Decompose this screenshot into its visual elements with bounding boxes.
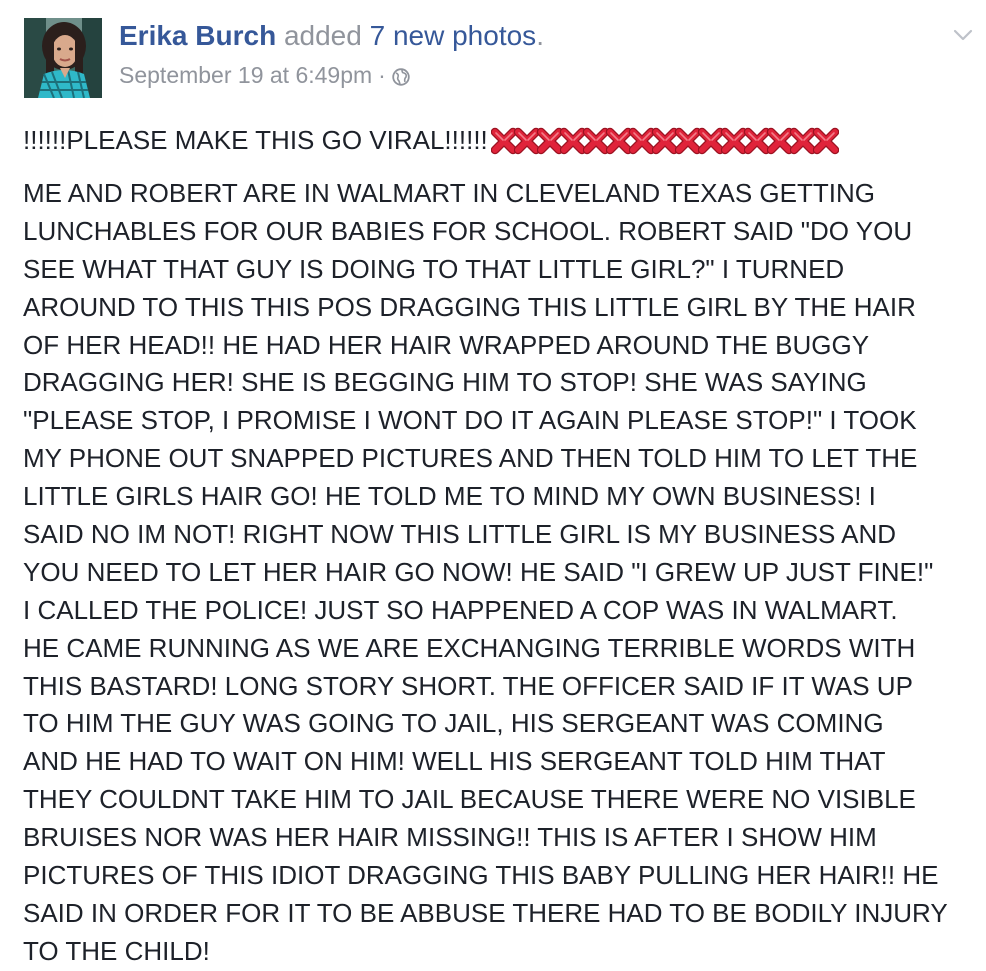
x-mark-row [490, 126, 840, 156]
timestamp-link[interactable]: September 19 at 6:49pm [119, 64, 372, 87]
chevron-down-icon[interactable] [952, 24, 974, 46]
body-line: OF HER HEAD!! HE HAD HER HAIR WRAPPED AR… [23, 329, 870, 360]
body-line: PICTURES OF THIS IDIOT DRAGGING THIS BAB… [23, 860, 939, 891]
body-line: LUNCHABLES FOR OUR BABIES FOR SCHOOL. RO… [23, 215, 913, 246]
headline-text: !!!!!!PLEASE MAKE THIS GO VIRAL!!!!!! [23, 125, 488, 156]
post-body-lines: ME AND ROBERT ARE IN WALMART IN CLEVELAN… [23, 175, 978, 971]
photos-link[interactable]: 7 new photos [370, 20, 537, 51]
author-line: Erika Burch added 7 new photos. [119, 22, 544, 58]
body-line: HE CAME RUNNING AS WE ARE EXCHANGING TER… [23, 632, 916, 663]
post-body: !!!!!!PLEASE MAKE THIS GO VIRAL!!!!!! ME… [23, 121, 978, 971]
action-text: added [283, 20, 362, 51]
body-line: I CALLED THE POLICE! JUST SO HAPPENED A … [23, 594, 898, 625]
body-line: AROUND TO THIS THIS POS DRAGGING THIS LI… [23, 291, 916, 322]
body-line: AND HE HAD TO WAIT ON HIM! WELL HIS SERG… [23, 746, 886, 777]
body-line: THIS BASTARD! LONG STORY SHORT. THE OFFI… [23, 670, 913, 701]
body-line: BRUISES NOR WAS HER HAIR MISSING!! THIS … [23, 822, 877, 853]
body-line: SEE WHAT THAT GUY IS DOING TO THAT LITTL… [23, 253, 845, 284]
facebook-post: Erika Burch added 7 new photos. Septembe… [0, 0, 986, 968]
author-avatar[interactable] [24, 18, 102, 98]
body-line: DRAGGING HER! SHE IS BEGGING HIM TO STOP… [23, 367, 867, 398]
body-line: TO HIM THE GUY WAS GOING TO JAIL, HIS SE… [23, 708, 884, 739]
body-line: "PLEASE STOP, I PROMISE I WONT DO IT AGA… [23, 405, 917, 436]
post-meta: September 19 at 6:49pm · [119, 64, 544, 87]
cross-mark-icon [812, 126, 840, 156]
body-line: SAID IN ORDER FOR IT TO BE ABBUSE THERE … [23, 897, 948, 928]
period: . [536, 20, 544, 51]
body-line: LITTLE GIRLS HAIR GO! HE TOLD ME TO MIND… [23, 481, 876, 512]
body-line: SAID NO IM NOT! RIGHT NOW THIS LITTLE GI… [23, 519, 897, 550]
body-line: MY PHONE OUT SNAPPED PICTURES AND THEN T… [23, 443, 918, 474]
body-line: YOU NEED TO LET HER HAIR GO NOW! HE SAID… [23, 556, 934, 587]
post-header: Erika Burch added 7 new photos. Septembe… [119, 22, 544, 87]
author-name-link[interactable]: Erika Burch [119, 20, 276, 51]
body-line: ME AND ROBERT ARE IN WALMART IN CLEVELAN… [23, 178, 875, 208]
body-line: THEY COULDNT TAKE HIM TO JAIL BECAUSE TH… [23, 784, 916, 815]
body-line: TO THE CHILD! [23, 935, 210, 966]
meta-separator: · [378, 62, 386, 88]
post-headline: !!!!!!PLEASE MAKE THIS GO VIRAL!!!!!! [23, 121, 978, 161]
globe-icon[interactable] [392, 67, 410, 86]
